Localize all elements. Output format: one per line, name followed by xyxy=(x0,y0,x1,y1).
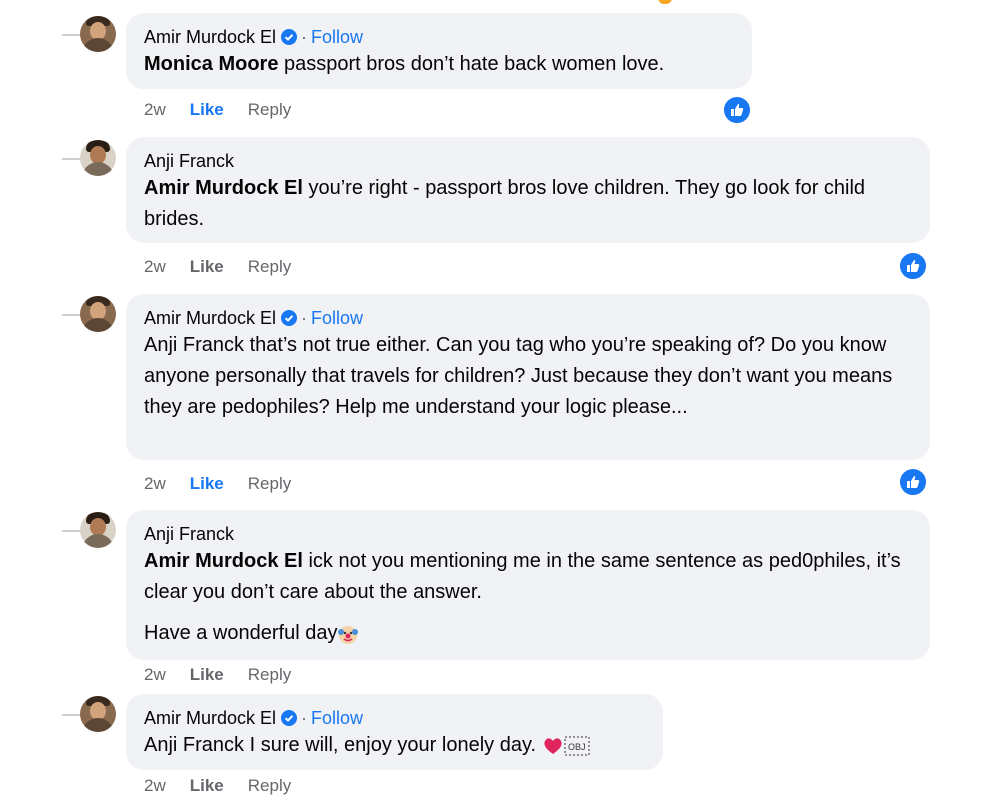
like-button[interactable]: Like xyxy=(190,776,224,796)
like-button[interactable]: Like xyxy=(190,100,224,120)
like-button[interactable]: Like xyxy=(190,474,224,494)
comment-actions: 2w Like Reply xyxy=(144,100,291,120)
comment-body: passport bros don’t hate back women love… xyxy=(278,53,665,75)
reply-button[interactable]: Reply xyxy=(248,665,291,685)
comment-body: Anji Franck I sure will, enjoy your lone… xyxy=(144,734,537,756)
comment-bubble: Amir Murdock El · Follow Anji Franck tha… xyxy=(126,294,930,460)
comment-text: Amir Murdock El ick not you mentioning m… xyxy=(144,546,912,608)
verified-badge-icon xyxy=(281,710,298,726)
author-name[interactable]: Amir Murdock El xyxy=(144,25,276,49)
like-button[interactable]: Like xyxy=(190,665,224,685)
avatar[interactable] xyxy=(80,140,116,176)
comment-bubble: Amir Murdock El · Follow Monica Moore pa… xyxy=(126,13,752,89)
timestamp[interactable]: 2w xyxy=(144,257,166,277)
timestamp[interactable]: 2w xyxy=(144,100,166,120)
reply-button[interactable]: Reply xyxy=(248,474,291,494)
avatar[interactable] xyxy=(80,512,116,548)
comment-bubble: Amir Murdock El · Follow Anji Franck I s… xyxy=(126,694,663,770)
timestamp[interactable]: 2w xyxy=(144,776,166,796)
mention-link[interactable]: Monica Moore xyxy=(144,53,278,75)
mention-link[interactable]: Amir Murdock El xyxy=(144,550,303,572)
comment-actions: 2w Like Reply xyxy=(144,776,291,796)
comment-bubble: Anji Franck Amir Murdock El ick not you … xyxy=(126,510,930,660)
object-replacement-icon: OBJ xyxy=(564,736,590,756)
comment-bubble: Anji Franck Amir Murdock El you’re right… xyxy=(126,137,930,243)
like-reaction-icon[interactable] xyxy=(898,251,928,281)
heart-emoji-icon xyxy=(543,738,562,754)
reply-button[interactable]: Reply xyxy=(248,257,291,277)
comment-body-2: Have a wonderful day xyxy=(144,622,338,644)
comment-actions: 2w Like Reply xyxy=(144,474,291,494)
comment-text: Monica Moore passport bros don’t hate ba… xyxy=(144,49,734,80)
thread-connector xyxy=(62,314,82,316)
thread-connector xyxy=(62,714,82,716)
avatar[interactable] xyxy=(80,296,116,332)
thread-connector xyxy=(62,530,82,532)
author-line: Amir Murdock El · Follow xyxy=(144,306,912,330)
comment-paragraph-2: Have a wonderful day xyxy=(144,618,912,649)
svg-text:OBJ: OBJ xyxy=(568,742,586,752)
reply-button[interactable]: Reply xyxy=(248,100,291,120)
comment-text: Anji Franck I sure will, enjoy your lone… xyxy=(144,730,645,761)
timestamp[interactable]: 2w xyxy=(144,474,166,494)
follow-button[interactable]: Follow xyxy=(311,306,363,330)
clown-emoji-icon xyxy=(338,625,359,644)
verified-badge-icon xyxy=(281,29,298,45)
verified-badge-icon xyxy=(281,310,298,326)
avatar[interactable] xyxy=(80,696,116,732)
like-reaction-icon[interactable] xyxy=(898,467,928,497)
top-partial-reaction-icon xyxy=(658,0,672,4)
separator-dot: · xyxy=(301,27,308,47)
separator-dot: · xyxy=(301,708,308,728)
timestamp[interactable]: 2w xyxy=(144,665,166,685)
author-line: Amir Murdock El · Follow xyxy=(144,25,734,49)
like-reaction-icon[interactable] xyxy=(722,95,752,125)
thread-connector xyxy=(62,34,82,36)
like-button[interactable]: Like xyxy=(190,257,224,277)
author-name[interactable]: Amir Murdock El xyxy=(144,706,276,730)
separator-dot: · xyxy=(301,308,308,328)
thread-connector xyxy=(62,158,82,160)
mention-link[interactable]: Amir Murdock El xyxy=(144,177,303,199)
avatar[interactable] xyxy=(80,16,116,52)
author-line: Anji Franck xyxy=(144,149,912,173)
author-line: Anji Franck xyxy=(144,522,912,546)
comment-actions: 2w Like Reply xyxy=(144,665,291,685)
reply-button[interactable]: Reply xyxy=(248,776,291,796)
author-name[interactable]: Anji Franck xyxy=(144,149,234,173)
author-name[interactable]: Anji Franck xyxy=(144,522,234,546)
follow-button[interactable]: Follow xyxy=(311,706,363,730)
comment-actions: 2w Like Reply xyxy=(144,257,291,277)
author-name[interactable]: Amir Murdock El xyxy=(144,306,276,330)
author-line: Amir Murdock El · Follow xyxy=(144,706,645,730)
comment-text: Amir Murdock El you’re right - passport … xyxy=(144,173,912,235)
follow-button[interactable]: Follow xyxy=(311,25,363,49)
comment-body: Anji Franck that’s not true either. Can … xyxy=(144,334,893,418)
